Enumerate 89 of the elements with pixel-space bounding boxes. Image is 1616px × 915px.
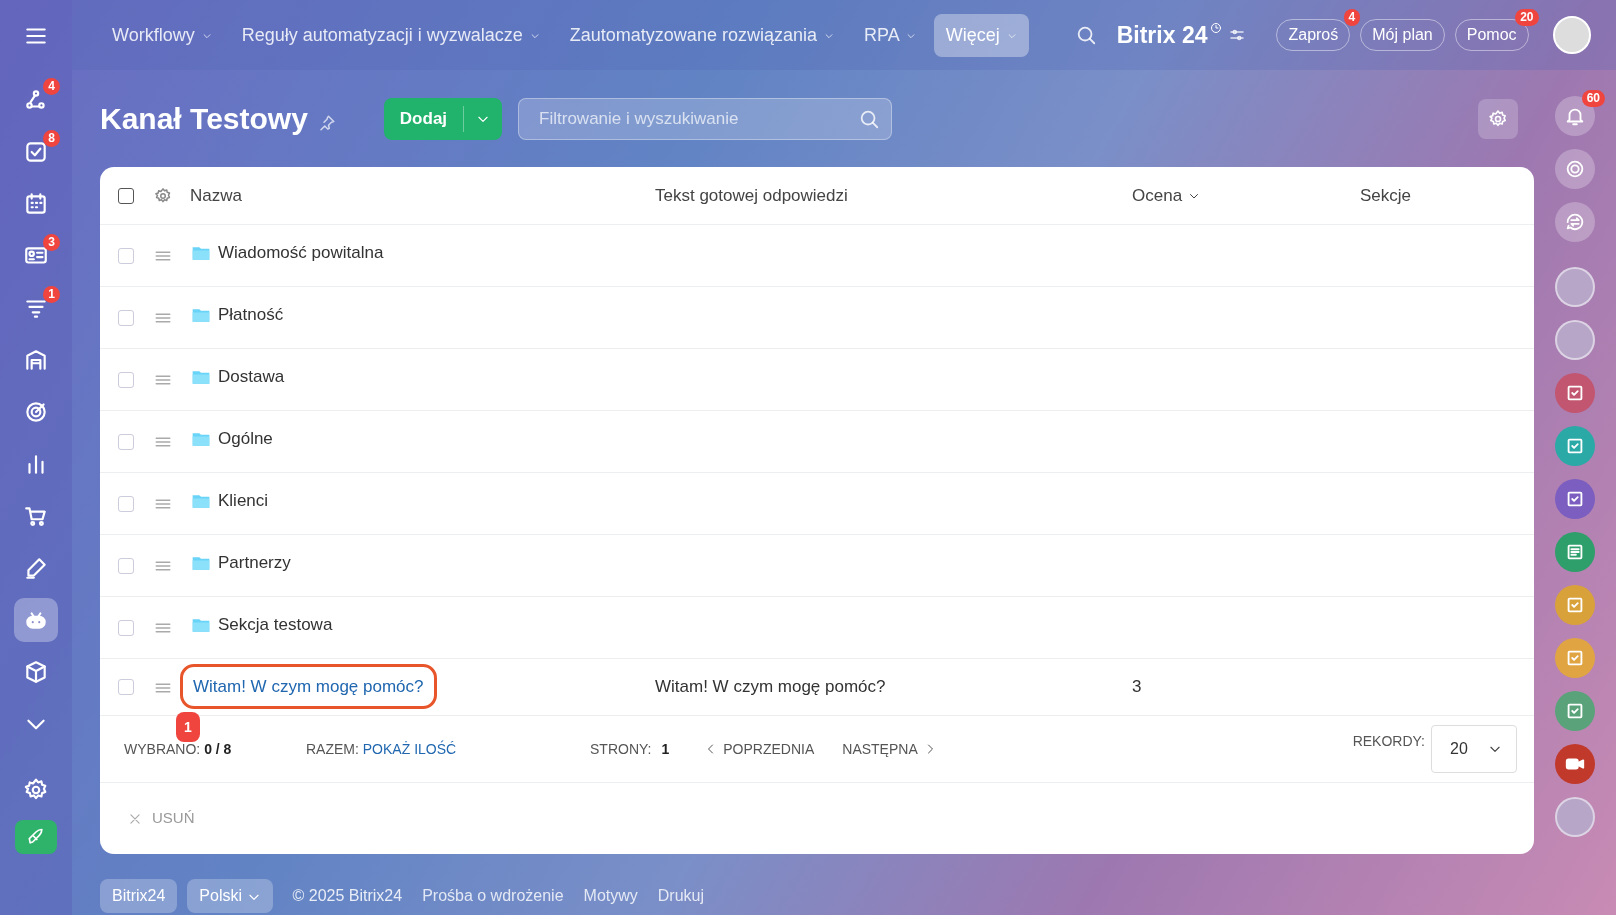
user-avatar[interactable] bbox=[1552, 16, 1591, 54]
sidebar-app-button[interactable] bbox=[1555, 691, 1595, 731]
row-checkbox[interactable] bbox=[118, 433, 134, 450]
next-page-button[interactable]: NASTĘPNA bbox=[842, 738, 936, 760]
row-checkbox[interactable] bbox=[118, 247, 134, 264]
notification-badge: 4 bbox=[43, 78, 60, 95]
gear-icon bbox=[1488, 108, 1508, 129]
footer-link[interactable]: Motywy bbox=[583, 884, 638, 908]
notification-badge: 1 bbox=[43, 286, 60, 303]
answer-link[interactable]: Witam! W czym mogę pomóc? bbox=[180, 664, 437, 710]
logo-text: Bitrix 24 bbox=[1116, 20, 1208, 50]
folder-name[interactable]: Płatność bbox=[190, 302, 284, 328]
annotation-marker: 1 bbox=[176, 712, 200, 743]
sidebar-app-button[interactable] bbox=[1555, 532, 1595, 572]
folder-name[interactable]: Dostawa bbox=[190, 364, 285, 390]
folder-name[interactable]: Partnerzy bbox=[190, 550, 291, 576]
notification-badge: 3 bbox=[43, 234, 60, 251]
notification-badge: 8 bbox=[43, 130, 60, 147]
footer-link[interactable]: Prośba o wdrożenie bbox=[422, 884, 564, 908]
rating-value: 3 bbox=[1132, 676, 1142, 699]
page-title: Kanał Testowy bbox=[100, 100, 308, 137]
sidebar-app-button[interactable] bbox=[1555, 426, 1595, 466]
sidebar-button[interactable]: 8 bbox=[14, 130, 58, 174]
sidebar-app-button[interactable] bbox=[1555, 479, 1595, 519]
notification-badge: 60 bbox=[1581, 90, 1605, 107]
footer-logo[interactable]: Bitrix24 bbox=[100, 879, 178, 913]
checkbox-task-icon bbox=[23, 139, 49, 165]
sidebar-button[interactable] bbox=[14, 598, 58, 642]
pages-label: STRONY: bbox=[590, 739, 652, 759]
user-avatar[interactable] bbox=[1555, 320, 1595, 360]
clock-icon bbox=[1210, 22, 1223, 34]
row-checkbox[interactable] bbox=[118, 679, 134, 695]
nav-menu-item[interactable]: Reguły automatyzacji i wyzwalacze bbox=[229, 13, 552, 57]
select-all-checkbox[interactable] bbox=[118, 187, 134, 204]
folder-name[interactable]: Wiadomość powitalna bbox=[190, 240, 384, 266]
notification-badge: 20 bbox=[1515, 9, 1539, 26]
sidebar-app-button[interactable] bbox=[1555, 585, 1595, 625]
rocket-icon bbox=[26, 827, 46, 847]
sidebar-app-button[interactable] bbox=[1555, 202, 1595, 242]
column-header: Nazwa bbox=[190, 185, 242, 205]
close-icon bbox=[128, 811, 142, 826]
settings-button[interactable] bbox=[1478, 98, 1518, 139]
sidebar-button[interactable]: 4 bbox=[14, 78, 58, 122]
pencil-icon bbox=[23, 555, 49, 581]
row-checkbox[interactable] bbox=[118, 309, 134, 326]
row-checkbox[interactable] bbox=[118, 619, 134, 636]
sidebar-button[interactable]: 3 bbox=[14, 234, 58, 278]
copyright-text: © 2025 Bitrix24 bbox=[292, 886, 403, 906]
language-select[interactable]: Polski bbox=[187, 879, 273, 913]
warehouse-icon bbox=[23, 347, 49, 373]
show-count-link[interactable]: POKAŻ ILOŚĆ bbox=[362, 740, 457, 757]
calendar-icon bbox=[23, 191, 49, 217]
column-header[interactable]: Ocena bbox=[1132, 185, 1183, 205]
records-select[interactable]: 20 bbox=[1431, 725, 1517, 773]
folder-name[interactable]: Sekcja testowa bbox=[190, 612, 333, 638]
sidebar-app-button[interactable] bbox=[1555, 744, 1595, 784]
footer-link[interactable]: Drukuj bbox=[657, 884, 704, 908]
add-button[interactable]: Dodaj bbox=[383, 97, 503, 140]
target-icon bbox=[23, 399, 49, 425]
sidebar-app-button[interactable] bbox=[1555, 638, 1595, 678]
sidebar-app-button[interactable] bbox=[1555, 149, 1595, 189]
nav-menu-item[interactable]: Więcej bbox=[933, 13, 1029, 57]
answer-text: Witam! W czym mogę pomóc? bbox=[655, 676, 886, 699]
sidebar-button[interactable]: 1 bbox=[14, 286, 58, 330]
rocket-button[interactable] bbox=[15, 820, 57, 854]
nav-menu-item[interactable]: RPA bbox=[851, 13, 928, 57]
user-avatar[interactable] bbox=[1555, 797, 1595, 837]
previous-page-button[interactable]: POPRZEDNIA bbox=[705, 738, 815, 760]
column-header: Tekst gotowej odpowiedzi bbox=[655, 185, 848, 205]
chat-arrows-icon bbox=[1564, 211, 1586, 233]
user-avatar[interactable] bbox=[1555, 267, 1595, 307]
box-icon bbox=[23, 659, 49, 685]
page-number: 1 bbox=[661, 739, 670, 759]
target-icon bbox=[1564, 158, 1586, 180]
folder-name[interactable]: Ogólne bbox=[190, 426, 273, 452]
sidebar-app-button[interactable] bbox=[1555, 373, 1595, 413]
nav-menu-item[interactable]: Zautomatyzowane rozwiązania bbox=[557, 13, 846, 57]
selected-count: WYBRANO: 0 / 8 bbox=[124, 740, 232, 757]
row-checkbox[interactable] bbox=[118, 557, 134, 574]
records-label: REKORDY: bbox=[1352, 732, 1425, 751]
nav-menu-item[interactable]: Workflowy bbox=[100, 13, 224, 57]
pin-icon bbox=[317, 113, 336, 132]
delete-button: USUŃ bbox=[128, 807, 195, 830]
row-checkbox[interactable] bbox=[118, 371, 134, 388]
notification-badge: 4 bbox=[1343, 9, 1361, 26]
folder-name[interactable]: Klienci bbox=[190, 488, 269, 514]
column-header: Sekcje bbox=[1360, 185, 1412, 205]
total-label: RAZEM: bbox=[306, 740, 359, 757]
row-checkbox[interactable] bbox=[118, 495, 134, 512]
